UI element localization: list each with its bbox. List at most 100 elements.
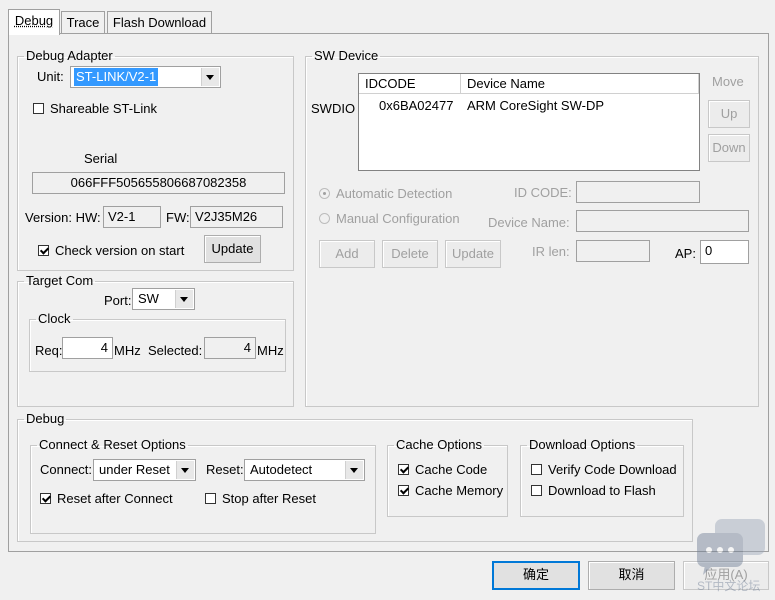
reset-value: Autodetect [250, 462, 313, 477]
verify-code-download-checkbox[interactable]: Verify Code Download [531, 462, 677, 477]
checkbox-box[interactable] [531, 485, 542, 496]
connect-value: under Reset [99, 462, 170, 477]
device-name-label: Device Name: [488, 215, 570, 230]
chat-bubble-icon [697, 519, 765, 575]
connect-reset-legend: Connect & Reset Options [39, 437, 186, 452]
fw-version-field: V2J35M26 [190, 206, 283, 228]
chevron-down-icon[interactable] [345, 461, 363, 479]
ir-len-label: IR len: [532, 244, 570, 259]
port-value: SW [138, 291, 159, 306]
tab-trace[interactable]: Trace [61, 11, 105, 33]
checkbox-box-checked[interactable] [398, 464, 409, 475]
move-down-button[interactable]: Down [708, 134, 750, 162]
row-idcode: 0x6BA02477 [379, 98, 454, 113]
checkbox-box-checked[interactable] [40, 493, 51, 504]
cache-options-group: Cache Options [387, 438, 508, 517]
watermark-logo: ST中文论坛 [697, 517, 767, 595]
tab-trace-label: Trace [66, 15, 100, 30]
connect-label: Connect: [40, 462, 93, 477]
version-hw-label: Version: HW: [25, 210, 101, 225]
download-to-flash-checkbox[interactable]: Download to Flash [531, 483, 656, 498]
download-options-group: Download Options [520, 438, 684, 517]
id-code-field[interactable] [576, 181, 700, 203]
verify-code-download-label: Verify Code Download [548, 462, 677, 477]
shareable-stlink-checkbox[interactable]: Shareable ST-Link [33, 101, 157, 116]
download-options-legend: Download Options [529, 437, 636, 452]
checkbox-box[interactable] [205, 493, 216, 504]
unit-label: Unit: [37, 69, 64, 84]
req-unit: MHz [114, 343, 141, 358]
checkbox-box-checked[interactable] [38, 245, 49, 256]
cache-options-legend: Cache Options [396, 437, 482, 452]
chevron-down-icon[interactable] [176, 461, 194, 479]
debug-adapter-legend: Debug Adapter [26, 48, 113, 63]
debug-legend: Debug [26, 411, 65, 426]
reset-select[interactable]: Autodetect [244, 459, 365, 481]
shareable-stlink-label: Shareable ST-Link [50, 101, 157, 116]
swdio-label: SWDIO [311, 101, 356, 116]
update-device-button[interactable]: Update [445, 240, 501, 268]
fw-label: FW: [166, 210, 190, 225]
serial-field: 066FFF505655806687082358 [32, 172, 285, 194]
cache-code-label: Cache Code [415, 462, 488, 477]
stop-after-reset-label: Stop after Reset [222, 491, 316, 506]
sw-device-list[interactable]: IDCODE Device Name 0x6BA02477 ARM CoreSi… [358, 73, 700, 171]
check-version-checkbox[interactable]: Check version on start [38, 243, 184, 258]
port-label: Port: [104, 293, 132, 308]
checkbox-box[interactable] [531, 464, 542, 475]
automatic-detection-radio[interactable]: Automatic Detection [319, 186, 452, 201]
connect-select[interactable]: under Reset [93, 459, 196, 481]
cache-memory-checkbox[interactable]: Cache Memory [398, 483, 503, 498]
manual-configuration-label: Manual Configuration [336, 211, 460, 226]
checkbox-box[interactable] [33, 103, 44, 114]
add-device-button[interactable]: Add [319, 240, 375, 268]
column-header-idcode[interactable]: IDCODE [359, 74, 461, 94]
reset-label: Reset: [206, 462, 244, 477]
chevron-down-icon[interactable] [175, 290, 193, 308]
row-device-name: ARM CoreSight SW-DP [467, 98, 605, 113]
column-header-device-name[interactable]: Device Name [461, 74, 699, 94]
watermark-text: ST中文论坛 [697, 579, 761, 593]
ap-label: AP: [675, 246, 696, 261]
tab-debug[interactable]: Debug [8, 9, 60, 35]
connect-reset-group: Connect & Reset Options [30, 438, 376, 534]
adapter-update-button[interactable]: Update [204, 235, 261, 263]
ir-len-field[interactable] [576, 240, 650, 262]
hw-version-field: V2-1 [103, 206, 161, 228]
download-to-flash-label: Download to Flash [548, 483, 656, 498]
serial-label: Serial [84, 151, 118, 166]
req-label: Req: [35, 343, 63, 358]
cache-code-checkbox[interactable]: Cache Code [398, 462, 487, 477]
device-name-field[interactable] [576, 210, 749, 232]
id-code-label: ID CODE: [514, 185, 572, 200]
stop-after-reset-checkbox[interactable]: Stop after Reset [205, 491, 316, 506]
manual-configuration-radio[interactable]: Manual Configuration [319, 211, 460, 226]
ap-input[interactable]: 0 [700, 240, 749, 264]
port-select[interactable]: SW [132, 288, 195, 310]
move-label: Move [712, 74, 744, 89]
checkbox-box-checked[interactable] [398, 485, 409, 496]
selected-clock-field: 4 [204, 337, 256, 359]
cancel-button[interactable]: 取消 [588, 561, 675, 590]
sw-device-legend: SW Device [314, 48, 379, 63]
cache-memory-label: Cache Memory [415, 483, 504, 498]
chevron-down-icon[interactable] [201, 68, 219, 86]
tab-flash-download[interactable]: Flash Download [107, 11, 212, 33]
delete-device-button[interactable]: Delete [382, 240, 438, 268]
table-row[interactable]: 0x6BA02477 ARM CoreSight SW-DP [359, 98, 699, 116]
reset-after-connect-checkbox[interactable]: Reset after Connect [40, 491, 173, 506]
move-up-button[interactable]: Up [708, 100, 750, 128]
automatic-detection-label: Automatic Detection [336, 186, 453, 201]
target-com-legend: Target Com [26, 273, 94, 288]
unit-select[interactable]: ST-LINK/V2-1 [70, 66, 221, 88]
tab-flash-download-label: Flash Download [112, 15, 207, 30]
selected-label: Selected: [148, 343, 203, 358]
selected-unit: MHz [257, 343, 284, 358]
unit-value: ST-LINK/V2-1 [74, 68, 159, 86]
check-version-label: Check version on start [55, 243, 185, 258]
ok-button[interactable]: 确定 [492, 561, 580, 590]
req-input[interactable]: 4 [62, 337, 113, 359]
radio-dot-selected[interactable] [319, 188, 330, 199]
radio-dot[interactable] [319, 213, 330, 224]
reset-after-connect-label: Reset after Connect [57, 491, 173, 506]
